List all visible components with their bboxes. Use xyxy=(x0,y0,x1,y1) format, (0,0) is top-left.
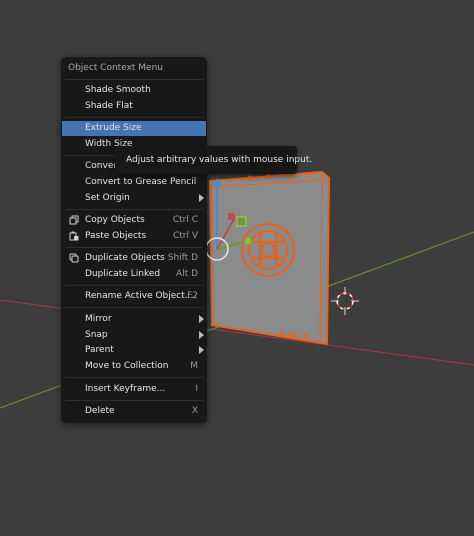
selected-object[interactable] xyxy=(208,170,331,346)
menu-separator xyxy=(65,117,203,118)
menu-item-label: Rename Active Object... xyxy=(85,291,194,301)
menu-item-shortcut: I xyxy=(195,384,198,394)
submenu-arrow-icon xyxy=(199,194,204,202)
menu-item-shortcut: Ctrl V xyxy=(172,231,198,241)
menu-separator xyxy=(65,377,203,378)
menu-item-label: Extrude Size xyxy=(85,123,142,133)
menu-item-label: Convert to Grease Pencil xyxy=(85,177,197,187)
menu-item-shortcut: X xyxy=(191,406,198,416)
menu-item-label: Copy Objects xyxy=(85,215,145,225)
menu-item-shortcut: Alt D xyxy=(176,269,198,279)
menu-item-label: Parent xyxy=(85,345,114,355)
menu-item-duplicate-objects[interactable]: Duplicate Objects Shift D xyxy=(62,251,206,266)
tooltip-text: Adjust arbitrary values with mouse input… xyxy=(126,155,313,165)
menu-item-label: Move to Collection xyxy=(85,361,169,371)
menu-item-label: Delete xyxy=(85,406,115,416)
menu-separator xyxy=(65,307,203,308)
menu-item-label: Duplicate Objects xyxy=(85,253,165,263)
duplicate-icon xyxy=(69,253,79,263)
menu-item-extrude-size[interactable]: Extrude Size xyxy=(62,121,206,136)
menu-item-label: Paste Objects xyxy=(85,231,147,241)
paste-icon xyxy=(69,231,79,241)
submenu-arrow-icon xyxy=(199,346,204,354)
menu-item-label: Insert Keyframe... xyxy=(85,384,166,394)
menu-item-shortcut: F2 xyxy=(187,291,198,301)
menu-title: Object Context Menu xyxy=(68,63,164,73)
menu-item-label: Shade Smooth xyxy=(85,85,151,95)
menu-item-snap[interactable]: Snap xyxy=(62,328,206,343)
menu-item-label: Snap xyxy=(85,330,108,340)
menu-item-shortcut: Shift D xyxy=(167,253,198,263)
menu-item-insert-keyframe[interactable]: Insert Keyframe... I xyxy=(62,382,206,397)
menu-item-convert-to-grease-pencil[interactable]: Convert to Grease Pencil xyxy=(62,175,206,190)
menu-separator xyxy=(65,285,203,286)
object-context-menu: Object Context Menu Shade Smooth Shade F… xyxy=(61,57,207,423)
menu-item-parent[interactable]: Parent xyxy=(62,343,206,358)
menu-item-duplicate-linked[interactable]: Duplicate Linked Alt D xyxy=(62,267,206,282)
menu-item-shade-smooth[interactable]: Shade Smooth xyxy=(62,83,206,98)
submenu-arrow-icon xyxy=(199,315,204,323)
tooltip: Adjust arbitrary values with mouse input… xyxy=(115,146,312,174)
menu-item-mirror[interactable]: Mirror xyxy=(62,312,206,327)
menu-item-delete[interactable]: Delete X xyxy=(62,404,206,419)
menu-separator xyxy=(65,209,203,210)
menu-item-move-to-collection[interactable]: Move to Collection M xyxy=(62,359,206,374)
menu-item-rename-active-object[interactable]: Rename Active Object... F2 xyxy=(62,289,206,304)
menu-item-label: Duplicate Linked xyxy=(85,269,161,279)
menu-item-label: Shade Flat xyxy=(85,101,133,111)
menu-separator xyxy=(65,79,203,80)
menu-item-label: Mirror xyxy=(85,314,112,324)
menu-item-shortcut: Ctrl C xyxy=(172,215,198,225)
copy-icon xyxy=(69,215,79,225)
menu-item-label: Set Origin xyxy=(85,193,130,203)
menu-item-set-origin[interactable]: Set Origin xyxy=(62,191,206,206)
menu-item-shade-flat[interactable]: Shade Flat xyxy=(62,99,206,114)
menu-separator xyxy=(65,400,203,401)
menu-item-paste-objects[interactable]: Paste Objects Ctrl V xyxy=(62,229,206,244)
menu-separator xyxy=(65,247,203,248)
menu-item-shortcut: M xyxy=(190,361,198,371)
menu-item-copy-objects[interactable]: Copy Objects Ctrl C xyxy=(62,213,206,228)
submenu-arrow-icon xyxy=(199,331,204,339)
